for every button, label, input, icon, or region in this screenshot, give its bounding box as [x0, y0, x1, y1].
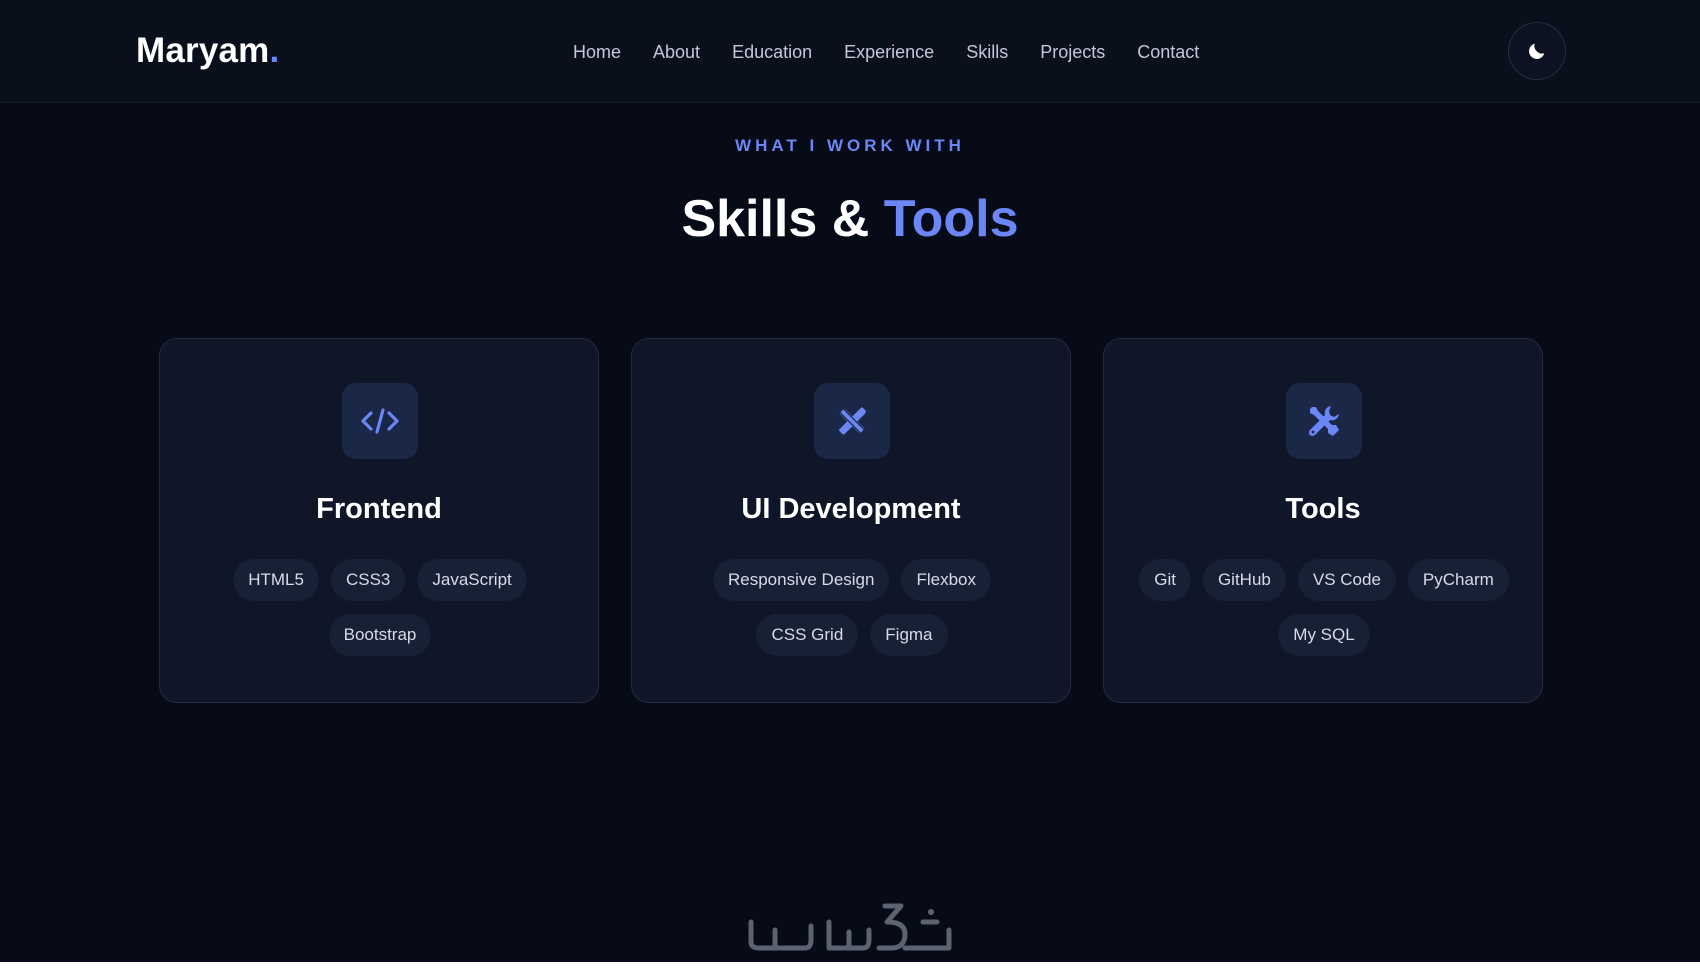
section-title: Skills & Tools	[0, 188, 1700, 250]
skill-tag: Git	[1139, 559, 1191, 601]
logo-dot: .	[269, 31, 280, 70]
nav-contact[interactable]: Contact	[1137, 40, 1199, 64]
skill-tag: My SQL	[1278, 614, 1370, 656]
main-nav: Home About Education Experience Skills P…	[573, 40, 1199, 64]
skill-card-ui-development: UI Development Responsive Design Flexbox…	[631, 338, 1071, 703]
moon-icon	[1529, 43, 1545, 59]
site-header: Maryam. Home About Education Experience …	[0, 0, 1700, 103]
section-eyebrow: WHAT I WORK WITH	[735, 136, 965, 155]
skill-tag: CSS3	[330, 559, 406, 601]
card-title: UI Development	[741, 493, 961, 525]
card-icon-container	[342, 383, 418, 459]
watermark-logo	[748, 903, 952, 951]
section-title-main: Skills &	[681, 190, 884, 248]
skill-tag: HTML5	[233, 559, 319, 601]
skill-tag: Figma	[870, 614, 948, 656]
skill-card-tools: Tools Git GitHub VS Code PyCharm My SQL	[1103, 338, 1543, 703]
skill-tag: GitHub	[1202, 559, 1286, 601]
skill-card-frontend: Frontend HTML5 CSS3 JavaScript Bootstrap	[159, 338, 599, 703]
page: Maryam. Home About Education Experience …	[0, 0, 1700, 970]
tag-list: Git GitHub VS Code PyCharm My SQL	[1134, 559, 1514, 656]
theme-toggle-button[interactable]	[1508, 22, 1566, 80]
card-title: Tools	[1285, 493, 1361, 525]
nav-experience[interactable]: Experience	[844, 40, 934, 64]
design-tools-icon	[838, 407, 866, 435]
skill-tag: JavaScript	[417, 559, 527, 601]
nav-projects[interactable]: Projects	[1040, 40, 1105, 64]
card-title: Frontend	[316, 493, 442, 525]
skill-tag: Bootstrap	[328, 614, 432, 656]
tag-list: HTML5 CSS3 JavaScript Bootstrap	[190, 559, 570, 656]
wrench-screwdriver-icon	[1308, 406, 1339, 437]
section-title-accent: Tools	[883, 190, 1019, 248]
code-icon	[361, 408, 399, 434]
skill-tag: Responsive Design	[713, 559, 890, 601]
nav-about[interactable]: About	[653, 40, 700, 64]
logo[interactable]: Maryam.	[136, 30, 279, 72]
tag-list: Responsive Design Flexbox CSS Grid Figma	[662, 559, 1042, 656]
card-icon-container	[1286, 383, 1362, 459]
skill-tag: VS Code	[1297, 559, 1396, 601]
nav-home[interactable]: Home	[573, 40, 621, 64]
nav-skills[interactable]: Skills	[966, 40, 1008, 64]
logo-text: Maryam	[136, 31, 270, 70]
bottom-strip	[0, 962, 1700, 970]
card-icon-container	[814, 383, 890, 459]
skill-tag: CSS Grid	[756, 614, 859, 656]
skill-tag: PyCharm	[1407, 559, 1509, 601]
skill-tag: Flexbox	[901, 559, 991, 601]
nav-education[interactable]: Education	[732, 40, 812, 64]
